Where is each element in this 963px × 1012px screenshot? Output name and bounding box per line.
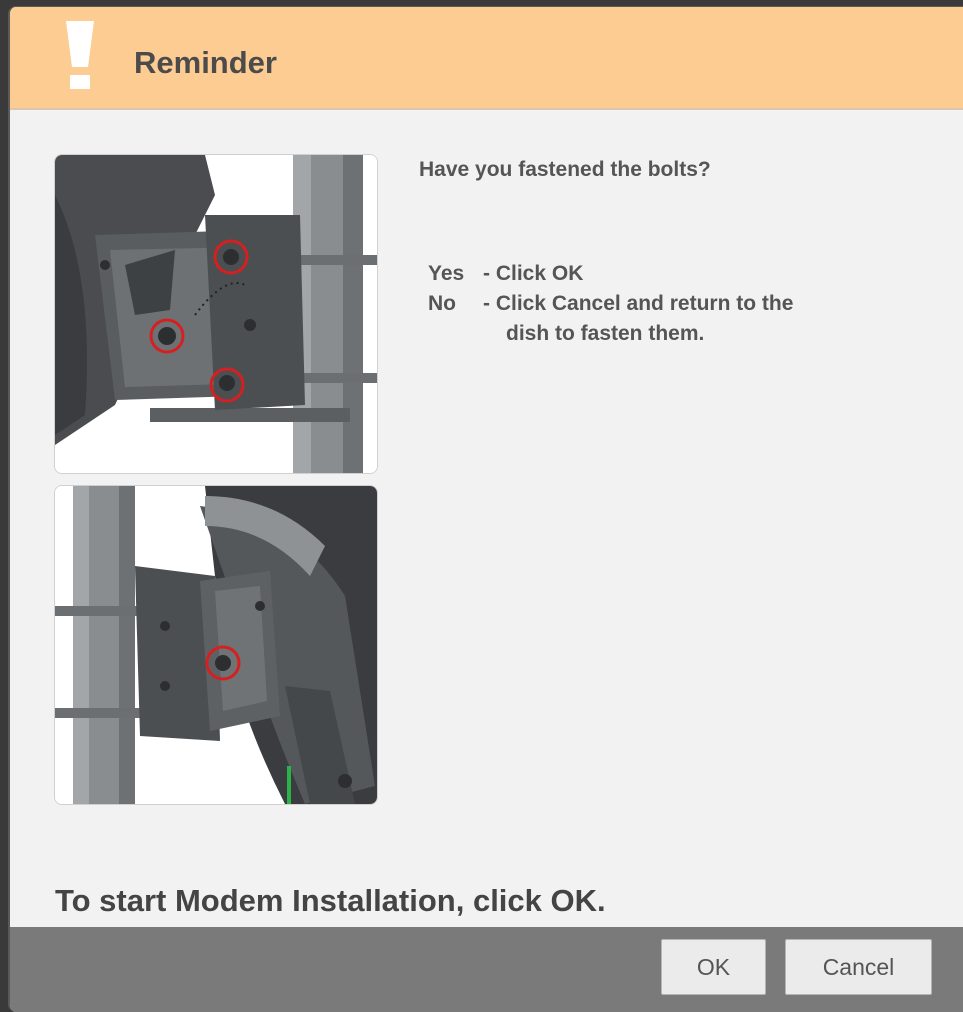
answer-instructions: Yes - Click OK No - Click Cancel and ret… [428,259,933,349]
answer-yes-row: Yes - Click OK [428,259,933,289]
ok-button[interactable]: OK [661,939,766,995]
answer-no-continuation: dish to fasten them. [506,322,705,345]
answer-no-key: No [428,292,456,315]
answer-yes-text: - Click OK [483,262,584,285]
answer-no-text: - Click Cancel and return to the [483,292,794,315]
answer-no-row: No - Click Cancel and return to the [428,289,933,319]
cancel-button[interactable]: Cancel [785,939,932,995]
bolts-question: Have you fastened the bolts? [419,158,711,181]
dish-mount-bolts-front-image [54,154,378,474]
dialog-footer: OK Cancel [10,927,963,1012]
exclamation-warning-icon [66,21,94,89]
answer-yes-key: Yes [428,262,465,285]
start-instruction: To start Modem Installation, click OK. [55,883,606,918]
dialog-title: Reminder [134,45,277,80]
dish-mount-bolts-rear-image [54,485,378,805]
dialog-titlebar: Reminder [10,7,963,110]
reminder-dialog: Reminder Have you fastened the bolts? Ye… [8,6,963,1012]
